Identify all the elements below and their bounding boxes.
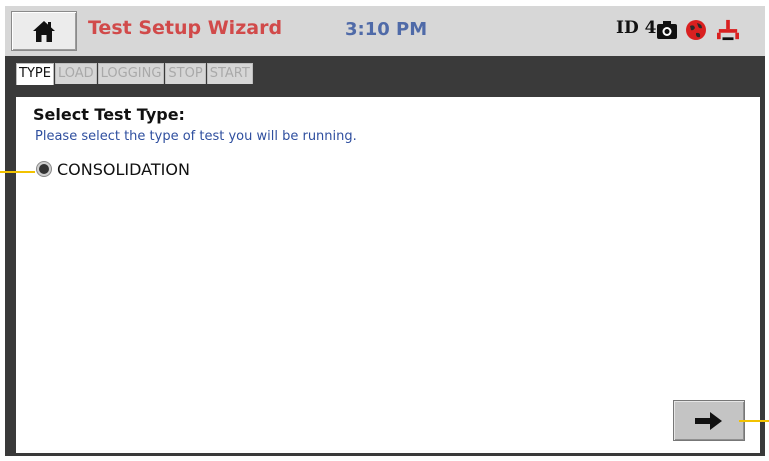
camera-icon[interactable] <box>656 18 678 42</box>
top-bar: Test Setup Wizard 3:10 PM ID 4 <box>5 6 765 56</box>
callout-line-next <box>739 420 769 422</box>
radio-button[interactable] <box>36 161 52 177</box>
device-id: ID 4 <box>616 18 657 38</box>
home-icon <box>33 20 55 42</box>
radio-label: CONSOLIDATION <box>57 159 190 179</box>
network-globe-icon[interactable] <box>685 18 707 42</box>
tab-load[interactable]: LOAD <box>54 63 97 84</box>
page-title: Select Test Type: <box>33 105 185 124</box>
content-panel: Select Test Type: Please select the type… <box>16 97 760 453</box>
test-type-option-consolidation[interactable]: CONSOLIDATION <box>36 159 190 179</box>
wizard-tabs: TYPE LOAD LOGGING STOP START <box>16 63 254 85</box>
radio-selected-dot <box>39 164 49 174</box>
tab-type[interactable]: TYPE <box>16 63 54 85</box>
arrow-right-icon <box>695 411 722 430</box>
page-subtitle: Please select the type of test you will … <box>35 129 357 144</box>
tab-logging[interactable]: LOGGING <box>97 63 165 84</box>
valve-icon[interactable] <box>717 18 739 42</box>
tab-stop[interactable]: STOP <box>165 63 206 84</box>
callout-line-option <box>0 171 35 173</box>
tab-start[interactable]: START <box>206 63 253 84</box>
app-title: Test Setup Wizard <box>88 17 283 39</box>
next-button[interactable] <box>673 400 745 441</box>
home-button[interactable] <box>11 11 77 51</box>
clock: 3:10 PM <box>345 19 428 40</box>
